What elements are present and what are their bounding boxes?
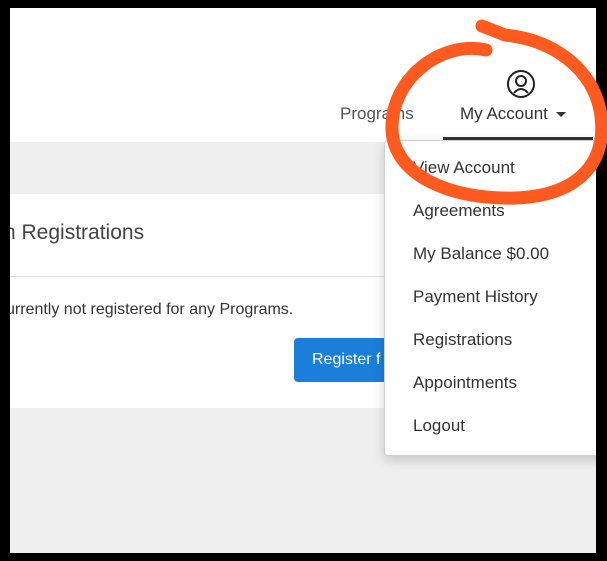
menu-item-appointments[interactable]: Appointments [413, 373, 517, 393]
app-viewport: Programs My Account n Registrations urre… [10, 8, 596, 553]
menu-item-registrations[interactable]: Registrations [413, 330, 512, 350]
nav-programs-link[interactable]: Programs [340, 104, 414, 124]
user-icon[interactable] [506, 69, 536, 99]
account-dropdown-menu: View Account Agreements My Balance $0.00… [384, 140, 596, 456]
menu-item-logout[interactable]: Logout [413, 416, 465, 436]
header: Programs My Account [10, 8, 596, 142]
caret-down-icon [555, 112, 566, 118]
nav-my-account-toggle[interactable]: My Account [460, 104, 566, 124]
nav-my-account-label: My Account [460, 104, 548, 123]
menu-item-my-balance[interactable]: My Balance $0.00 [413, 244, 549, 264]
no-registrations-message: urrently not registered for any Programs… [10, 301, 294, 318]
menu-item-view-account[interactable]: View Account [413, 158, 515, 178]
menu-item-payment-history[interactable]: Payment History [413, 287, 538, 307]
menu-item-agreements[interactable]: Agreements [413, 201, 505, 221]
panel-title: n Registrations [10, 221, 145, 244]
